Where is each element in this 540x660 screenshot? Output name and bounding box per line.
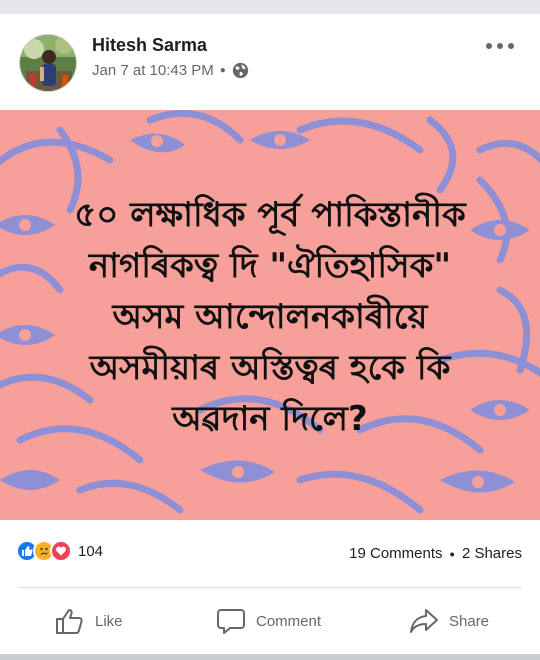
comment-label: Comment (256, 612, 322, 630)
like-label: Like (95, 612, 123, 630)
thumbs-up-icon (56, 609, 83, 634)
share-icon (410, 609, 438, 633)
globe-icon (232, 62, 248, 79)
top-strip (0, 0, 540, 14)
post-image[interactable]: ৫০ লক্ষাধিক পূৰ্ব পাকিস্তানীক নাগৰিকত্ব … (0, 110, 540, 520)
comment-button[interactable]: Comment (216, 605, 321, 637)
bottom-strip (0, 654, 540, 660)
author-name[interactable]: Hitesh Sarma (92, 35, 207, 56)
post-timestamp[interactable]: Jan 7 at 10:43 PM (92, 62, 214, 79)
reaction-count: 104 (78, 542, 104, 560)
comment-icon (217, 609, 245, 634)
avatar[interactable] (19, 34, 77, 92)
stats-separator: ● (449, 548, 455, 559)
more-options-icon[interactable] (486, 40, 514, 52)
reaction-summary[interactable]: 104 (16, 540, 103, 562)
post-image-text: ৫০ লক্ষাধিক পূৰ্ব পাকিস্তানীক নাগৰিকত্ব … (74, 195, 466, 439)
post-card: Hitesh Sarma Jan 7 at 10:43 PM ● ৫০ লক্ষ… (0, 14, 540, 654)
post-meta: Jan 7 at 10:43 PM ● (92, 62, 249, 79)
share-label: Share (449, 612, 490, 630)
meta-separator: ● (219, 65, 226, 76)
like-button[interactable]: Like (55, 605, 123, 637)
shares-count[interactable]: 2 Shares (462, 545, 522, 562)
share-button[interactable]: Share (409, 605, 489, 637)
engagement-stats: 19 Comments ● 2 Shares (349, 545, 522, 562)
love-icon (50, 540, 72, 562)
comments-count[interactable]: 19 Comments (349, 545, 442, 562)
divider (18, 587, 522, 588)
